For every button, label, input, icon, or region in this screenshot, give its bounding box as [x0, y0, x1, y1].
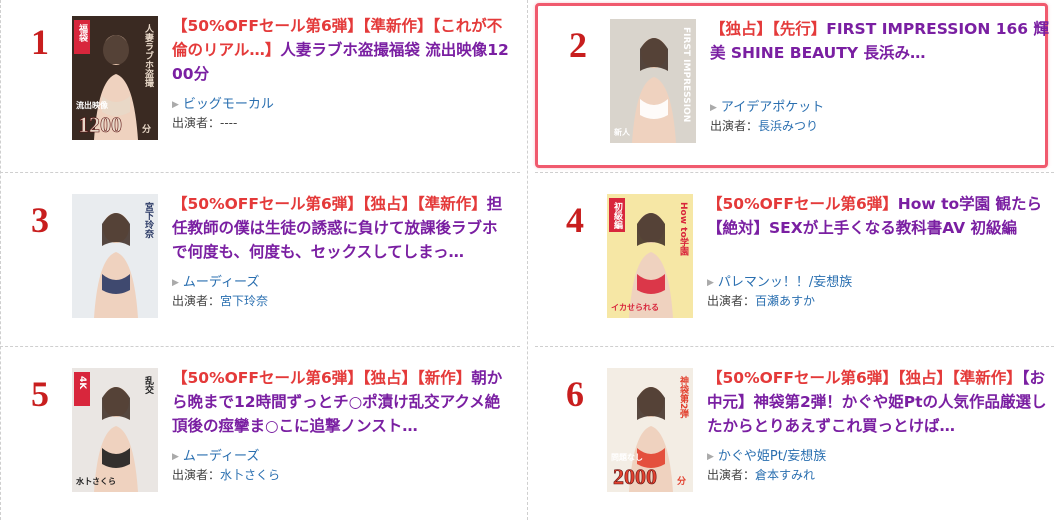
cover-title-text: 神袋第2弾 — [678, 375, 690, 419]
triangle-right-icon: ▶ — [172, 278, 179, 288]
triangle-right-icon: ▶ — [707, 278, 714, 288]
item-info: 【50%OFFセール第6弾】【独占】【新作】朝から晩まで12時間ずっとチ○ポ漬け… — [172, 366, 512, 484]
cast-row: 出演者：宮下玲奈 — [172, 292, 512, 310]
cover-thumbnail[interactable]: 人妻ラブホ盗撮 福袋 1200 分 流出映像 — [72, 16, 158, 140]
cast-row: 出演者：---- — [172, 114, 512, 132]
cover-sub-text: 水卜さくら — [75, 476, 116, 486]
cast-link[interactable]: 宮下玲奈 — [220, 294, 268, 308]
cast-label: 出演者： — [172, 468, 221, 482]
cast-row: 出演者：長浜みつり — [710, 117, 1050, 135]
cover-thumbnail[interactable]: 神袋第2弾 2000 分 問題なし — [607, 368, 693, 492]
item-title-tags: 【50%OFFセール第6弾】【独占】【新作】 — [172, 369, 472, 387]
triangle-right-icon: ▶ — [172, 100, 179, 110]
item-info: 【50%OFFセール第6弾】【準新作】【これが不倫のリアル…】人妻ラブホ盗撮福袋… — [172, 14, 512, 132]
item-title-tags: 【50%OFFセール第6弾】 — [707, 195, 898, 213]
rank-number: 5 — [31, 374, 49, 414]
item-title-tags: 【独占】【先行】 — [710, 20, 827, 38]
rank-number: 3 — [31, 200, 49, 240]
cover-unit-text: 分 — [142, 123, 151, 135]
cast-value: ---- — [220, 116, 238, 130]
item-info: 【独占】【先行】FIRST IMPRESSION 166 輝美 SHINE BE… — [710, 17, 1050, 135]
cast-link[interactable]: 倉本すみれ — [755, 468, 815, 482]
item-info: 【50%OFFセール第6弾】【独占】【準新作】【お中元】神袋第2弾！かぐや姫Pt… — [707, 366, 1047, 484]
cast-label: 出演者： — [710, 119, 759, 133]
row-divider — [535, 172, 1054, 173]
item-title-tags: 【50%OFFセール第6弾】【独占】【準新作】 — [707, 369, 1022, 387]
cover-sub-text: イカせられる — [611, 303, 659, 312]
item-title-link[interactable]: 【50%OFFセール第6弾】【独占】【準新作】担任教師の僕は生徒の誘惑に負けて放… — [172, 192, 512, 264]
rank-number: 1 — [31, 22, 49, 62]
cover-sub-text: 新人 — [614, 127, 631, 137]
rank-number: 2 — [569, 25, 587, 65]
cover-title-text: 人妻ラブホ盗撮 — [143, 23, 155, 88]
item-title-tags: 【50%OFFセール第6弾】【独占】【準新作】 — [172, 195, 487, 213]
cover-sub-text: 問題なし — [611, 452, 643, 462]
row-divider — [0, 172, 520, 173]
cast-label: 出演者： — [172, 116, 221, 130]
ranking-card[interactable]: 1 人妻ラブホ盗撮 福袋 1200 分 流出映像 【50%OFFセール第6弾】【準新作】【こ… — [0, 0, 519, 160]
cast-link[interactable]: 百瀬あすか — [755, 294, 815, 308]
triangle-right-icon: ▶ — [710, 103, 717, 113]
item-title-link[interactable]: 【50%OFFセール第6弾】How to学園 観たら【絶対】SEXが上手くなる教… — [707, 192, 1047, 264]
ranking-card[interactable]: 2 FIRST IMPRESSION 新人 【独占】【先行】FIRST IMPRESS… — [535, 3, 1050, 168]
ranking-card[interactable]: 6 神袋第2弾 2000 分 問題なし 【50%OFFセール第6弾】【独占】【準新作】【お… — [535, 352, 1054, 512]
maker-link[interactable]: かぐや姫Pt/妄想族 — [718, 449, 826, 464]
cast-link[interactable]: 長浜みつり — [758, 119, 818, 133]
item-info: 【50%OFFセール第6弾】【独占】【準新作】担任教師の僕は生徒の誘惑に負けて放… — [172, 192, 512, 310]
cover-label-text: 福袋 — [77, 23, 89, 43]
rank-number: 4 — [566, 200, 584, 240]
item-info: 【50%OFFセール第6弾】How to学園 観たら【絶対】SEXが上手くなる教… — [707, 192, 1047, 310]
cover-title-text: FIRST IMPRESSION — [681, 27, 691, 122]
column-divider — [527, 0, 528, 520]
cover-title-text: How to学園 — [678, 202, 689, 257]
maker-link[interactable]: アイデアポケット — [721, 100, 824, 115]
item-title-link[interactable]: 【独占】【先行】FIRST IMPRESSION 166 輝美 SHINE BE… — [710, 17, 1050, 89]
maker-row: ▶ ムーディーズ — [172, 448, 512, 466]
cover-big-number: 2000 — [613, 464, 657, 489]
triangle-right-icon: ▶ — [172, 452, 179, 462]
cover-unit-text: 分 — [677, 475, 686, 487]
maker-row: ▶ パレマンッ！！/妄想族 — [707, 274, 1047, 292]
row-divider — [535, 346, 1054, 347]
maker-row: ▶ ビッグモーカル — [172, 96, 512, 114]
cast-row: 出演者：百瀬あすか — [707, 292, 1047, 310]
cast-row: 出演者：倉本すみれ — [707, 466, 1047, 484]
maker-link[interactable]: ビッグモーカル — [183, 97, 274, 112]
cast-row: 出演者：水卜さくら — [172, 466, 512, 484]
cover-thumbnail[interactable]: How to学園 初級編イカせられる — [607, 194, 693, 318]
maker-link[interactable]: パレマンッ！！/妄想族 — [718, 275, 852, 290]
cast-label: 出演者： — [172, 294, 221, 308]
cover-thumbnail[interactable]: 乱交 4K 水卜さくら — [72, 368, 158, 492]
ranking-card[interactable]: 5 乱交 4K 水卜さくら 【50%OFFセール第6弾】【独占】【新作】朝から晩まで12… — [0, 352, 519, 512]
cover-big-number: 1200 — [78, 112, 122, 137]
cover-label-text: 4K — [77, 376, 87, 390]
cover-sub-text: 流出映像 — [76, 100, 109, 110]
cast-label: 出演者： — [707, 294, 756, 308]
cover-thumbnail[interactable]: 宮下玲奈 — [72, 194, 158, 318]
rank-number: 6 — [566, 374, 584, 414]
ranking-card[interactable]: 3 宮下玲奈 【50%OFFセール第6弾】【独占】【準新作】担任教師の僕は生徒の誘惑… — [0, 178, 519, 338]
item-title-link[interactable]: 【50%OFFセール第6弾】【独占】【準新作】【お中元】神袋第2弾！かぐや姫Pt… — [707, 366, 1047, 438]
item-title-link[interactable]: 【50%OFFセール第6弾】【準新作】【これが不倫のリアル…】人妻ラブホ盗撮福袋… — [172, 14, 512, 86]
cover-label-text: 初級編 — [612, 201, 623, 230]
cast-link[interactable]: 水卜さくら — [220, 468, 280, 482]
cast-label: 出演者： — [707, 468, 756, 482]
cover-title-text: 宮下玲奈 — [143, 201, 155, 239]
ranking-card[interactable]: 4 How to学園 初級編 イカせられる 【50%OFFセール第6弾】How to学園… — [535, 178, 1054, 338]
maker-link[interactable]: ムーディーズ — [183, 449, 259, 464]
item-title-link[interactable]: 【50%OFFセール第6弾】【独占】【新作】朝から晩まで12時間ずっとチ○ポ漬け… — [172, 366, 512, 438]
cover-title-text: 乱交 — [143, 375, 154, 395]
maker-row: ▶ アイデアポケット — [710, 99, 1050, 117]
maker-link[interactable]: ムーディーズ — [183, 275, 259, 290]
maker-row: ▶ かぐや姫Pt/妄想族 — [707, 448, 1047, 466]
row-divider — [0, 346, 520, 347]
maker-row: ▶ ムーディーズ — [172, 274, 512, 292]
cover-thumbnail[interactable]: FIRST IMPRESSION 新人 — [610, 19, 696, 143]
triangle-right-icon: ▶ — [707, 452, 714, 462]
